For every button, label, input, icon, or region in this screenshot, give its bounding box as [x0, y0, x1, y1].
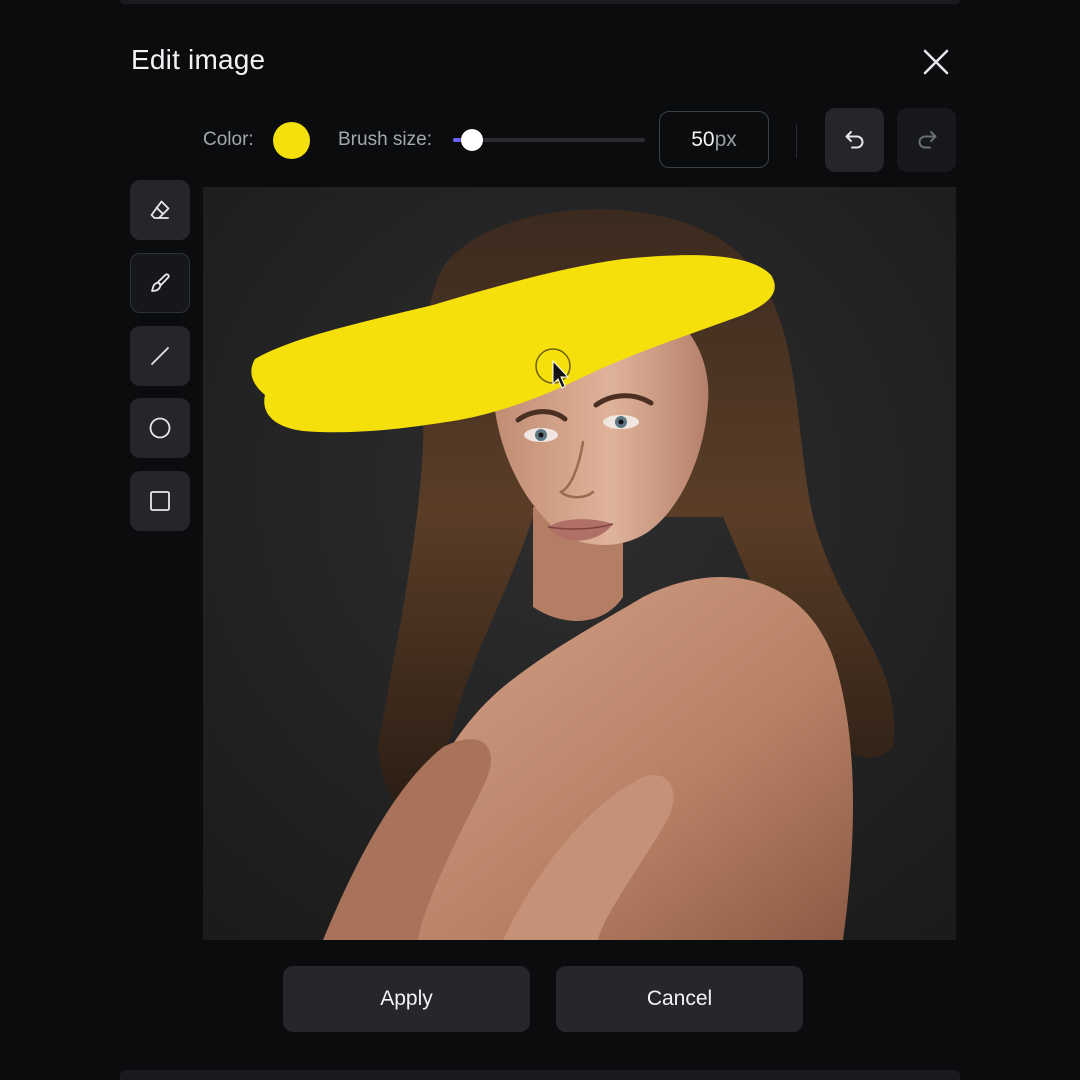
brush-size-input[interactable]: 50 px [659, 111, 769, 168]
color-picker-swatch[interactable] [273, 122, 310, 159]
color-label: Color: [203, 129, 254, 150]
edit-image-dialog: Edit image Color: Brush size: 50 px Appl… [0, 0, 1080, 1080]
background-panel-edge-bottom [120, 1070, 960, 1080]
apply-button[interactable]: Apply [283, 966, 530, 1032]
circle-tool-button[interactable] [130, 398, 190, 458]
close-button[interactable] [918, 44, 954, 80]
brush-tool-button[interactable] [130, 253, 190, 313]
redo-icon [918, 131, 936, 149]
undo-button[interactable] [825, 108, 884, 172]
image-canvas[interactable] [203, 187, 956, 940]
slider-thumb[interactable] [461, 129, 484, 151]
undo-icon [845, 131, 863, 149]
line-tool-button[interactable] [130, 326, 190, 386]
toolbar-divider [796, 124, 797, 158]
circle-icon [149, 417, 171, 439]
portrait-photo [203, 187, 956, 940]
rectangle-tool-button[interactable] [130, 471, 190, 531]
line-icon [151, 347, 169, 365]
eraser-icon [150, 200, 170, 219]
brush-icon [151, 273, 170, 292]
eraser-tool-button[interactable] [130, 180, 190, 240]
rectangle-icon [150, 491, 170, 511]
dialog-title: Edit image [131, 44, 266, 75]
cancel-button[interactable]: Cancel [556, 966, 803, 1032]
brush-size-unit: px [714, 127, 737, 151]
brush-size-value: 50 [691, 127, 715, 151]
close-icon [923, 49, 949, 75]
brush-size-slider[interactable] [453, 128, 645, 152]
redo-button[interactable] [897, 108, 956, 172]
brush-size-label: Brush size: [338, 129, 432, 150]
